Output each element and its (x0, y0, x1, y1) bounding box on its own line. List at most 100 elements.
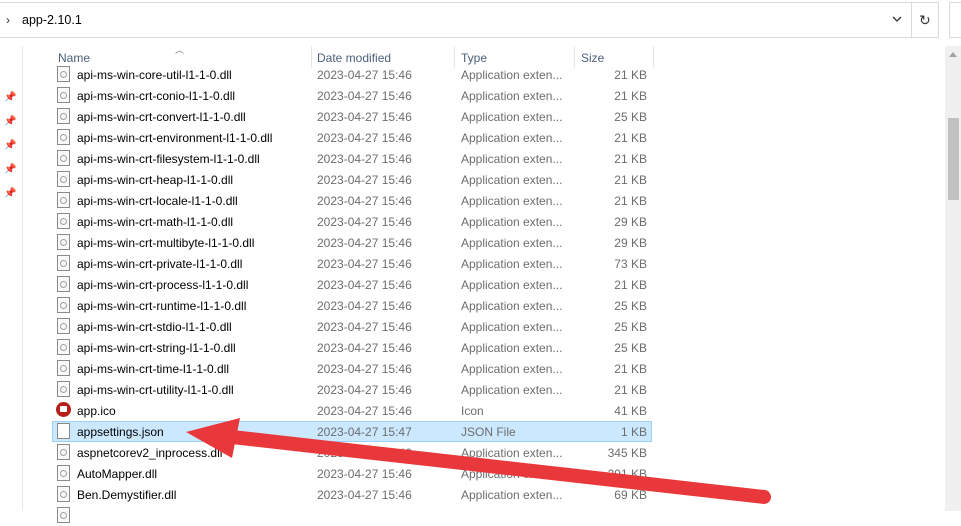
file-type: Application exten... (461, 131, 563, 145)
pin-icon[interactable]: 📌 (4, 92, 16, 104)
file-type: Application exten... (461, 446, 563, 460)
chevron-down-icon (892, 16, 902, 22)
file-row[interactable]: api-ms-win-crt-runtime-l1-1-0.dll 2023-04… (52, 295, 652, 316)
file-row[interactable]: api-ms-win-crt-conio-l1-1-0.dll 2023-04-2… (52, 85, 652, 106)
file-name: api-ms-win-crt-math-l1-1-0.dll (77, 215, 234, 229)
file-size: 21 KB (614, 362, 647, 376)
file-name: api-ms-win-crt-string-l1-1-0.dll (77, 341, 236, 355)
file-row[interactable]: api-ms-win-crt-multibyte-l1-1-0.dll 2023-… (52, 232, 652, 253)
file-name: appsettings.json (77, 425, 164, 439)
file-date: 2023-04-27 15:46 (317, 89, 412, 103)
file-size: 21 KB (614, 173, 647, 187)
file-name: api-ms-win-crt-heap-l1-1-0.dll (77, 173, 234, 187)
file-row[interactable]: Ben.Demystifier.dll 2023-04-27 15:46 Appli… (52, 484, 652, 505)
file-size: 21 KB (614, 383, 647, 397)
pin-icon[interactable]: 📌 (4, 188, 16, 200)
json-file-icon (57, 423, 70, 439)
scroll-up-button[interactable] (945, 46, 961, 62)
file-row[interactable]: api-ms-win-crt-string-l1-1-0.dll 2023-04-… (52, 337, 652, 358)
file-date: 2023-04-27 15:46 (317, 131, 412, 145)
vertical-scrollbar[interactable] (945, 46, 961, 511)
chevron-right-icon[interactable]: › (6, 13, 10, 27)
file-size: 25 KB (614, 341, 647, 355)
file-name: api-ms-win-crt-locale-l1-1-0.dll (77, 194, 238, 208)
file-size: 29 KB (614, 215, 647, 229)
file-size: 21 KB (614, 278, 647, 292)
file-type: Application exten... (461, 362, 563, 376)
file-row[interactable]: api-ms-win-crt-heap-l1-1-0.dll 2023-04-27… (52, 169, 652, 190)
file-row[interactable]: api-ms-win-crt-process-l1-1-0.dll 2023-04… (52, 274, 652, 295)
file-row[interactable]: aspnetcorev2_inprocess.dll 2023-04-27 15:… (52, 442, 652, 463)
file-size: 21 KB (614, 194, 647, 208)
dll-file-icon (57, 297, 70, 313)
dll-file-icon (57, 465, 70, 481)
file-type: Application exten... (461, 152, 563, 166)
search-input[interactable] (949, 2, 961, 38)
file-row[interactable]: api-ms-win-crt-filesystem-l1-1-0.dll 2023… (52, 148, 652, 169)
navigation-pane: 📌 📌 📌 📌 📌 (0, 46, 22, 511)
dll-file-icon (57, 486, 70, 502)
file-row[interactable] (52, 505, 652, 526)
file-size: 25 KB (614, 320, 647, 334)
file-type: Application exten... (461, 110, 563, 124)
dll-file-icon (57, 150, 70, 166)
file-row[interactable]: api-ms-win-crt-environment-l1-1-0.dll 202… (52, 127, 652, 148)
file-type: Application exten... (461, 236, 563, 250)
dll-file-icon (57, 360, 70, 376)
address-bar[interactable]: › app-2.10.1 (0, 2, 912, 38)
file-row[interactable]: api-ms-win-crt-private-l1-1-0.dll 2023-04… (52, 253, 652, 274)
file-name: api-ms-win-crt-private-l1-1-0.dll (77, 257, 243, 271)
file-list: api-ms-win-core-util-l1-1-0.dll 2023-04-2… (52, 64, 652, 526)
file-size: 21 KB (614, 89, 647, 103)
file-size: 345 KB (607, 446, 647, 460)
file-type: Application exten... (461, 341, 563, 355)
file-row[interactable]: api-ms-win-crt-locale-l1-1-0.dll 2023-04-… (52, 190, 652, 211)
file-name: app.ico (77, 404, 116, 418)
file-row[interactable]: AutoMapper.dll 2023-04-27 15:46 Applicatio… (52, 463, 652, 484)
scrollbar-thumb[interactable] (948, 118, 959, 200)
file-row[interactable]: api-ms-win-crt-convert-l1-1-0.dll 2023-04… (52, 106, 652, 127)
file-type: JSON File (461, 425, 516, 439)
file-size: 21 KB (614, 131, 647, 145)
pin-icon[interactable]: 📌 (4, 116, 16, 128)
file-row[interactable]: api-ms-win-crt-time-l1-1-0.dll 2023-04-27… (52, 358, 652, 379)
dll-file-icon (57, 213, 70, 229)
file-date: 2023-04-27 15:46 (317, 173, 412, 187)
file-date: 2023-04-27 15:46 (317, 68, 412, 82)
file-name: AutoMapper.dll (77, 467, 158, 481)
file-size: 291 KB (607, 467, 647, 481)
file-row[interactable]: api-ms-win-core-util-l1-1-0.dll 2023-04-2… (52, 64, 652, 85)
file-size: 69 KB (614, 488, 647, 502)
file-date: 2023-04-27 15:46 (317, 320, 412, 334)
file-type: Application exten... (461, 194, 563, 208)
file-size: 21 KB (614, 68, 647, 82)
file-type: Application exten... (461, 488, 563, 502)
file-name: Ben.Demystifier.dll (77, 488, 177, 502)
file-type: Application exten... (461, 467, 563, 481)
file-row[interactable]: app.ico 2023-04-27 15:46 Icon 41 KB (52, 400, 652, 421)
file-date: 2023-04-27 15:46 (317, 194, 412, 208)
file-row[interactable]: appsettings.json 2023-04-27 15:47 JSON Fil… (52, 421, 652, 442)
dll-file-icon (57, 276, 70, 292)
file-name: api-ms-win-crt-filesystem-l1-1-0.dll (77, 152, 260, 166)
file-name: api-ms-win-crt-utility-l1-1-0.dll (77, 383, 234, 397)
icon-file-icon (56, 402, 71, 417)
dll-file-icon (57, 129, 70, 145)
pin-icon[interactable]: 📌 (4, 164, 16, 176)
file-row[interactable]: api-ms-win-crt-stdio-l1-1-0.dll 2023-04-2… (52, 316, 652, 337)
file-type: Application exten... (461, 173, 563, 187)
pin-icon[interactable]: 📌 (4, 140, 16, 152)
file-size: 25 KB (614, 299, 647, 313)
file-type: Application exten... (461, 257, 563, 271)
refresh-button[interactable]: ↻ (912, 2, 939, 38)
dll-file-icon (57, 66, 70, 82)
file-name: api-ms-win-crt-environment-l1-1-0.dll (77, 131, 273, 145)
file-row[interactable]: api-ms-win-crt-utility-l1-1-0.dll 2023-04… (52, 379, 652, 400)
address-dropdown-button[interactable] (884, 3, 911, 37)
refresh-icon: ↻ (919, 12, 931, 28)
address-path[interactable]: app-2.10.1 (22, 13, 82, 27)
file-size: 73 KB (614, 257, 647, 271)
file-type: Application exten... (461, 320, 563, 334)
file-size: 1 KB (620, 425, 647, 439)
file-row[interactable]: api-ms-win-crt-math-l1-1-0.dll 2023-04-27… (52, 211, 652, 232)
